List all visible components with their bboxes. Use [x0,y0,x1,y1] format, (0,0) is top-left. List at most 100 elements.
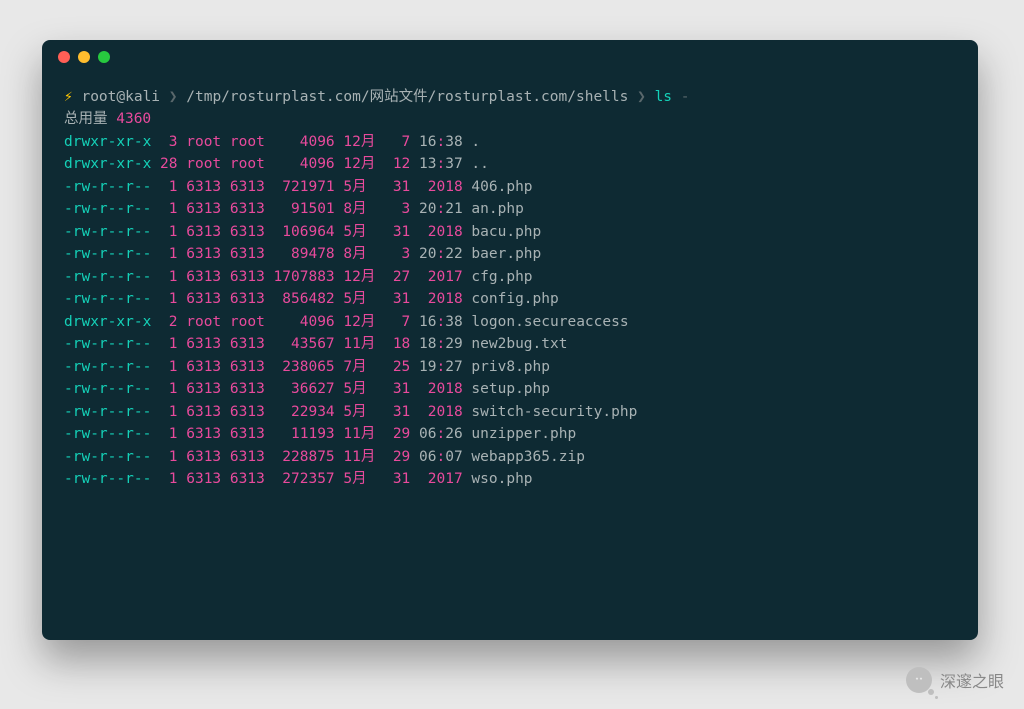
file-group: 6313 [221,423,265,445]
file-group: root [221,131,265,153]
watermark-text: 深邃之眼 [940,668,1004,692]
zoom-icon[interactable] [98,51,110,63]
file-permissions: -rw-r--r-- [64,333,151,355]
file-size: 238065 [265,356,335,378]
file-size: 4096 [265,311,335,333]
file-listing: drwxr-xr-x 3 root root 4096 12月 7 16:38 … [64,131,637,491]
file-permissions: -rw-r--r-- [64,176,151,198]
file-time: 18:29 [410,333,462,355]
table-row: -rw-r--r-- 1 6313 6313 272357 5月 31 2017… [64,468,637,490]
file-day: 31 [384,378,410,400]
file-name: wso.php [463,468,638,490]
file-month: 5月 [335,401,384,423]
table-row: -rw-r--r-- 1 6313 6313 1707883 12月 27 20… [64,266,637,288]
table-row: -rw-r--r-- 1 6313 6313 91501 8月 3 20:21 … [64,198,637,220]
table-row: -rw-r--r-- 1 6313 6313 721971 5月 31 2018… [64,176,637,198]
prompt-user: root@kali [81,89,160,105]
file-permissions: -rw-r--r-- [64,288,151,310]
file-group: 6313 [221,333,265,355]
file-day: 7 [384,131,410,153]
file-month: 11月 [335,333,384,355]
file-permissions: -rw-r--r-- [64,401,151,423]
file-owner: 6313 [178,266,222,288]
file-month: 12月 [335,311,384,333]
table-row: -rw-r--r-- 1 6313 6313 238065 7月 25 19:2… [64,356,637,378]
file-group: 6313 [221,198,265,220]
prompt-flag: - [681,89,690,105]
file-owner: root [178,131,222,153]
file-month: 12月 [335,153,384,175]
file-time: 2018 [410,288,462,310]
file-size: 22934 [265,401,335,423]
file-size: 721971 [265,176,335,198]
file-group: root [221,311,265,333]
file-name: priv8.php [463,356,638,378]
file-group: 6313 [221,266,265,288]
file-name: logon.secureaccess [463,311,638,333]
file-links: 1 [151,221,177,243]
file-group: 6313 [221,446,265,468]
file-day: 31 [384,288,410,310]
file-name: an.php [463,198,638,220]
file-owner: 6313 [178,468,222,490]
file-size: 4096 [265,153,335,175]
file-permissions: -rw-r--r-- [64,243,151,265]
file-links: 1 [151,243,177,265]
file-month: 12月 [335,131,384,153]
file-group: 6313 [221,378,265,400]
file-time: 06:26 [410,423,462,445]
prompt-path: /tmp/rosturplast.com/网站文件/rosturplast.co… [186,89,628,105]
file-owner: 6313 [178,198,222,220]
file-time: 19:27 [410,356,462,378]
table-row: -rw-r--r-- 1 6313 6313 228875 11月 29 06:… [64,446,637,468]
prompt-sep-2: ❯ [637,89,646,105]
file-month: 5月 [335,176,384,198]
file-name: cfg.php [463,266,638,288]
table-row: -rw-r--r-- 1 6313 6313 43567 11月 18 18:2… [64,333,637,355]
table-row: -rw-r--r-- 1 6313 6313 36627 5月 31 2018 … [64,378,637,400]
watermark: 深邃之眼 [906,667,1004,693]
file-month: 11月 [335,446,384,468]
file-links: 1 [151,333,177,355]
file-permissions: -rw-r--r-- [64,356,151,378]
file-day: 18 [384,333,410,355]
file-day: 7 [384,311,410,333]
file-day: 12 [384,153,410,175]
file-links: 1 [151,378,177,400]
file-links: 1 [151,266,177,288]
file-owner: 6313 [178,401,222,423]
file-group: 6313 [221,243,265,265]
file-links: 1 [151,423,177,445]
file-permissions: -rw-r--r-- [64,221,151,243]
file-owner: 6313 [178,288,222,310]
file-name: webapp365.zip [463,446,638,468]
file-name: setup.php [463,378,638,400]
file-name: new2bug.txt [463,333,638,355]
file-time: 13:37 [410,153,462,175]
table-row: drwxr-xr-x 3 root root 4096 12月 7 16:38 … [64,131,637,153]
terminal-body[interactable]: ⚡ root@kali ❯ /tmp/rosturplast.com/网站文件/… [42,74,978,510]
file-owner: 6313 [178,378,222,400]
file-owner: 6313 [178,243,222,265]
file-name: unzipper.php [463,423,638,445]
file-permissions: -rw-r--r-- [64,468,151,490]
table-row: -rw-r--r-- 1 6313 6313 106964 5月 31 2018… [64,221,637,243]
file-owner: root [178,311,222,333]
file-name: config.php [463,288,638,310]
wechat-icon [906,667,932,693]
close-icon[interactable] [58,51,70,63]
file-month: 5月 [335,378,384,400]
minimize-icon[interactable] [78,51,90,63]
file-permissions: drwxr-xr-x [64,153,151,175]
table-row: -rw-r--r-- 1 6313 6313 89478 8月 3 20:22 … [64,243,637,265]
table-row: drwxr-xr-x 2 root root 4096 12月 7 16:38 … [64,311,637,333]
file-name: 406.php [463,176,638,198]
file-day: 29 [384,446,410,468]
file-size: 36627 [265,378,335,400]
file-month: 8月 [335,198,384,220]
file-permissions: drwxr-xr-x [64,311,151,333]
file-month: 11月 [335,423,384,445]
titlebar [42,40,978,74]
file-day: 3 [384,198,410,220]
file-owner: 6313 [178,446,222,468]
